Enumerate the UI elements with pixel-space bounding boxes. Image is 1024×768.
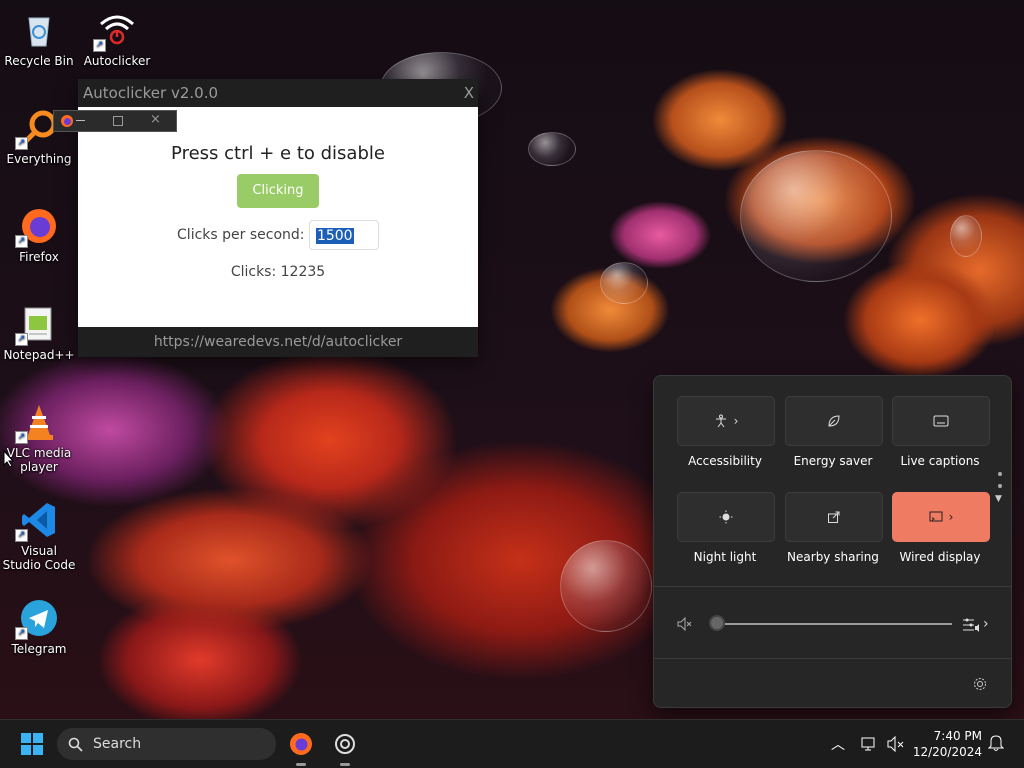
tile-energy-saver[interactable]	[785, 396, 883, 446]
shortcut-arrow-icon: ↗	[15, 137, 28, 150]
notification-bell-icon[interactable]	[988, 734, 1004, 752]
quick-settings-panel: › Accessibility Energy saver Live captio…	[653, 375, 1012, 708]
audio-output-icon[interactable]	[962, 617, 980, 633]
tile-label: Night light	[693, 550, 757, 564]
gear-icon[interactable]	[972, 676, 988, 692]
tile-night-light[interactable]	[677, 492, 775, 542]
chevron-right-icon[interactable]: ›	[983, 616, 989, 632]
tile-label: Accessibility	[688, 454, 762, 468]
running-indicator	[296, 763, 306, 766]
tile-wired-display[interactable]: ›	[892, 492, 990, 542]
window-title: Autoclicker v2.0.0	[83, 84, 219, 102]
shortcut-arrow-icon: ↗	[15, 627, 28, 640]
share-icon	[828, 511, 840, 523]
cps-label: Clicks per second:	[177, 227, 305, 243]
autoclicker-titlebar[interactable]: Autoclicker v2.0.0 X	[78, 79, 478, 107]
firefox-icon	[61, 115, 73, 127]
wallpaper-bubble	[600, 262, 648, 304]
divider	[654, 586, 1011, 587]
desktop-icon-telegram[interactable]: ↗ Telegram	[1, 598, 77, 656]
shortcut-arrow-icon: ↗	[15, 529, 28, 542]
search-placeholder: Search	[93, 736, 142, 752]
network-icon[interactable]	[861, 735, 879, 753]
vlc-cone-icon: ↗	[15, 402, 59, 444]
clock-date: 12/20/2024	[912, 745, 982, 759]
scroll-down-icon[interactable]: ▼	[995, 494, 1002, 504]
running-indicator	[340, 763, 350, 766]
cps-row: Clicks per second: 1500	[78, 220, 478, 250]
cps-input[interactable]: 1500	[308, 220, 379, 250]
desktop-icon-label: Telegram	[11, 642, 67, 656]
wallpaper-bubble	[740, 150, 892, 282]
desktop-icon-label: Autoclicker	[83, 54, 151, 68]
chevron-right-icon: ›	[948, 510, 954, 524]
recycle-bin-icon	[19, 10, 59, 50]
cps-value: 1500	[315, 228, 354, 244]
firefox-taskbar-icon[interactable]	[289, 732, 313, 756]
desktop-icon-label: Firefox	[19, 250, 59, 264]
disable-hint: Press ctrl + e to disable	[171, 143, 385, 164]
minimize-icon[interactable]	[76, 120, 85, 121]
desktop-icon-autoclicker[interactable]: ↗ Autoclicker	[79, 10, 155, 68]
shortcut-arrow-icon: ↗	[15, 431, 28, 444]
maximize-icon[interactable]	[113, 116, 123, 126]
speaker-muted-icon[interactable]	[677, 617, 693, 631]
tile-label: Nearby sharing	[787, 550, 879, 564]
volume-muted-icon[interactable]	[887, 735, 905, 753]
wallpaper-bubble	[528, 132, 576, 166]
desktop-icon-recycle-bin[interactable]: Recycle Bin	[1, 10, 77, 68]
minimized-window-bar[interactable]: ×	[53, 110, 177, 132]
tile-label: Wired display	[899, 550, 981, 564]
divider	[654, 658, 1011, 659]
page-dot[interactable]	[998, 484, 1002, 488]
telegram-icon: ↗	[15, 598, 59, 640]
clicking-toggle-button[interactable]: Clicking	[237, 174, 319, 208]
volume-slider-thumb[interactable]	[709, 615, 725, 631]
tile-label: Live captions	[900, 454, 980, 468]
desktop-icon-notepad-plus-plus[interactable]: ↗ Notepad++	[1, 304, 77, 362]
desktop-icon-firefox[interactable]: ↗ Firefox	[1, 206, 77, 264]
shortcut-arrow-icon: ↗	[93, 39, 106, 52]
windows-start-icon[interactable]	[21, 733, 43, 755]
click-counter: Clicks: 12235	[230, 264, 326, 280]
autoclicker-taskbar-icon[interactable]	[333, 732, 357, 756]
accessibility-icon	[715, 414, 726, 428]
leaf-icon	[828, 415, 840, 427]
clock[interactable]: 7:40 PM 12/20/2024	[913, 728, 982, 760]
close-icon[interactable]: ×	[150, 112, 161, 127]
wallpaper-bubble	[950, 215, 982, 257]
volume-slider-track[interactable]	[718, 623, 952, 625]
desktop-icon-vscode[interactable]: ↗ Visual Studio Code	[1, 500, 77, 572]
notepad-icon: ↗	[15, 304, 59, 346]
tile-accessibility[interactable]: ›	[677, 396, 775, 446]
desktop-icon-label: Everything	[6, 152, 72, 166]
vscode-icon: ↗	[15, 500, 59, 542]
desktop-icon-label: Visual Studio Code	[2, 544, 76, 572]
wallpaper-bubble	[560, 540, 652, 632]
chevron-right-icon: ›	[733, 414, 739, 428]
footer-link[interactable]: https://wearedevs.net/d/autoclicker	[78, 327, 478, 357]
tile-nearby-sharing[interactable]	[785, 492, 883, 542]
search-icon	[68, 737, 83, 752]
clock-time: 7:40 PM	[933, 729, 982, 743]
night-light-icon	[719, 510, 733, 524]
desktop-icon-label: Recycle Bin	[4, 54, 74, 68]
chevron-up-icon[interactable]: ︿	[831, 734, 845, 754]
captions-icon	[933, 415, 949, 427]
close-button[interactable]: X	[464, 79, 474, 107]
mouse-cursor-icon	[3, 450, 15, 468]
firefox-icon: ↗	[15, 206, 59, 248]
tile-live-captions[interactable]	[892, 396, 990, 446]
taskbar: Search ︿ 7:40 PM 12/20/2024	[0, 719, 1024, 768]
shortcut-arrow-icon: ↗	[15, 235, 28, 248]
tile-label: Energy saver	[793, 454, 873, 468]
cast-icon	[929, 511, 943, 522]
shortcut-arrow-icon: ↗	[15, 333, 28, 346]
page-dot[interactable]	[998, 472, 1002, 476]
autoclicker-content: Press ctrl + e to disable Clicking Click…	[78, 143, 478, 280]
wifi-power-icon: ↗	[93, 10, 137, 52]
desktop-icon-label: Notepad++	[3, 348, 75, 362]
taskbar-search[interactable]: Search	[57, 728, 276, 760]
